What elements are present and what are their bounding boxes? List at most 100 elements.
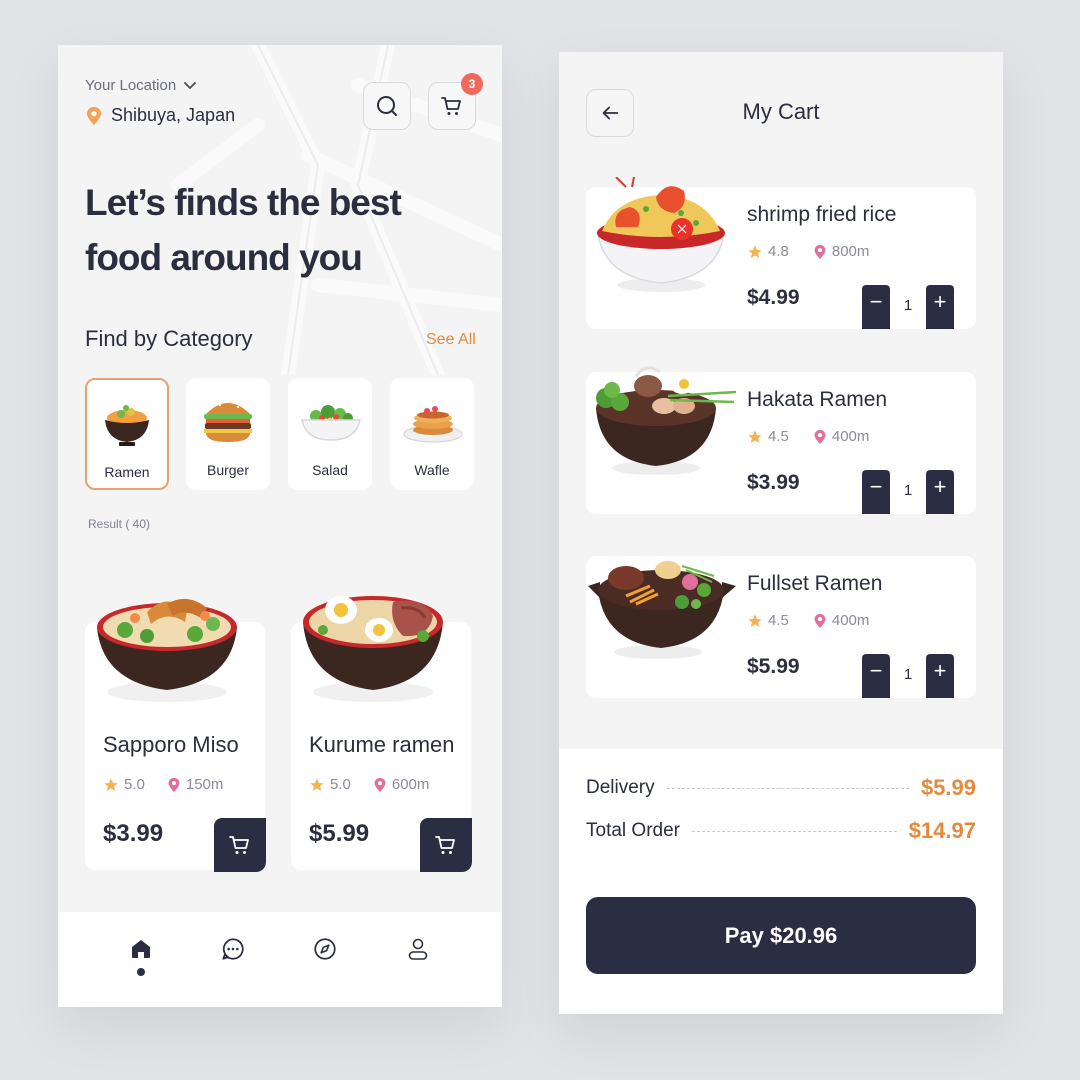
page-title: My Cart: [742, 99, 820, 124]
delivery-value: $5.99: [920, 775, 976, 800]
see-all-link[interactable]: See All: [426, 331, 476, 349]
cart-item-meta: 4.5 400m: [747, 428, 869, 445]
decrease-quantity-button[interactable]: −: [862, 285, 890, 329]
location-pin-icon: [814, 244, 826, 259]
fried-rice-bowl-image: [597, 177, 725, 292]
chat-icon: [222, 938, 244, 960]
cart-item-rating: 4.8: [768, 243, 789, 260]
cart-item-price: $4.99: [747, 286, 800, 309]
decrease-quantity-button[interactable]: −: [862, 654, 890, 698]
increase-quantity-button[interactable]: +: [926, 285, 954, 329]
location-label-text: Your Location: [85, 77, 177, 94]
cart-item-meta: 4.5 400m: [747, 612, 869, 629]
food-rating: 5.0: [124, 776, 145, 793]
nav-explore[interactable]: [310, 934, 340, 964]
category-ramen[interactable]: Ramen: [85, 378, 169, 490]
cart-item-name: shrimp fried rice: [747, 203, 897, 226]
total-value: $14.97: [908, 818, 976, 843]
category-wafle[interactable]: Wafle: [390, 378, 474, 490]
cart-item-distance: 800m: [831, 243, 870, 260]
cart-item-rating: 4.5: [768, 612, 789, 629]
cart-button[interactable]: 3: [428, 73, 483, 130]
delivery-label: Delivery: [586, 777, 655, 798]
category-label: Ramen: [104, 464, 150, 480]
page-title: Let’s finds the best food around you: [85, 175, 465, 285]
food-distance: 600m: [391, 776, 430, 793]
home-screen: Your Location Shibuya, Japan 3 Let’s fin…: [58, 45, 502, 1007]
nav-profile[interactable]: [403, 934, 433, 964]
noodle-bowl-image: [97, 598, 237, 702]
increase-quantity-button[interactable]: +: [926, 654, 954, 698]
ramen-bowl-icon: [105, 405, 149, 446]
location-value-text: Shibuya, Japan: [111, 105, 236, 125]
cart-item: shrimp fried rice 4.8 800m $4.99 − 1 +: [586, 177, 976, 329]
add-to-cart-button[interactable]: [214, 818, 266, 872]
location-pin-icon: [814, 429, 826, 444]
total-row: Total Order $14.97: [586, 818, 976, 844]
cart-item-meta: 4.8 800m: [747, 243, 869, 260]
cart-item-price: $5.99: [747, 655, 800, 678]
food-name: Kurume ramen: [309, 732, 455, 757]
divider: [666, 787, 909, 789]
chevron-down-icon: [184, 81, 197, 89]
search-icon: [377, 96, 397, 116]
decrease-quantity-button[interactable]: −: [862, 470, 890, 514]
category-label: Burger: [206, 462, 250, 478]
food-meta: 5.0 150m: [103, 776, 223, 793]
star-icon: [104, 777, 118, 791]
hakata-ramen-bowl-image: [596, 366, 737, 475]
profile-icon: [408, 938, 428, 960]
cart-item-rating: 4.5: [768, 428, 789, 445]
cart-item-distance: 400m: [831, 428, 870, 445]
food-distance: 150m: [185, 776, 224, 793]
location-label[interactable]: Your Location: [85, 77, 197, 94]
location-value[interactable]: Shibuya, Japan: [85, 105, 235, 126]
quantity-value: 1: [903, 297, 913, 314]
cart-icon: [441, 97, 461, 115]
increase-quantity-button[interactable]: +: [926, 470, 954, 514]
food-price: $5.99: [309, 820, 370, 847]
category-label: Wafle: [414, 462, 450, 478]
cart-item: Fullset Ramen 4.5 400m $5.99 − 1 +: [586, 556, 976, 698]
pancake-icon: [403, 406, 463, 443]
burger-icon: [204, 400, 252, 442]
category-section-title: Find by Category: [85, 326, 253, 351]
category-burger[interactable]: Burger: [186, 378, 270, 490]
food-rating: 5.0: [330, 776, 351, 793]
food-card[interactable]: Sapporo Miso 5.0 150m $3.99: [85, 598, 266, 872]
nav-home[interactable]: [126, 934, 156, 964]
total-label: Total Order: [586, 820, 680, 841]
category-salad[interactable]: Salad: [288, 378, 372, 490]
cart-item-name: Hakata Ramen: [747, 388, 888, 411]
location-pin-icon: [87, 106, 101, 125]
cart-item-name: Fullset Ramen: [747, 572, 883, 595]
add-to-cart-button[interactable]: [420, 818, 472, 872]
star-icon: [310, 777, 324, 791]
quantity-value: 1: [903, 666, 913, 683]
star-icon: [748, 244, 762, 258]
divider: [691, 830, 897, 832]
search-button[interactable]: [363, 82, 411, 130]
ramen-bowl-image: [303, 596, 443, 702]
cart-icon: [229, 836, 249, 854]
quantity-value: 1: [903, 482, 913, 499]
location-pin-icon: [168, 777, 180, 792]
salad-icon: [301, 405, 361, 441]
pay-button[interactable]: Pay $20.96: [586, 897, 976, 974]
bottom-nav: [58, 912, 502, 1007]
order-summary: Delivery $5.99 Total Order $14.97 Pay $2…: [559, 749, 1003, 1014]
nav-chat[interactable]: [218, 934, 248, 964]
category-label: Salad: [312, 462, 348, 478]
food-price: $3.99: [103, 820, 164, 847]
food-meta: 5.0 600m: [309, 776, 429, 793]
cart-badge: 3: [461, 73, 483, 95]
location-pin-icon: [814, 613, 826, 628]
food-card[interactable]: Kurume ramen 5.0 600m $5.99: [291, 596, 472, 872]
hero-line-2: food around you: [85, 237, 363, 278]
location-pin-icon: [374, 777, 386, 792]
compass-icon: [314, 938, 336, 960]
cart-icon: [435, 836, 455, 854]
hero-line-1: Let’s finds the best: [85, 182, 402, 223]
star-icon: [748, 429, 762, 443]
cart-item-distance: 400m: [831, 612, 870, 629]
